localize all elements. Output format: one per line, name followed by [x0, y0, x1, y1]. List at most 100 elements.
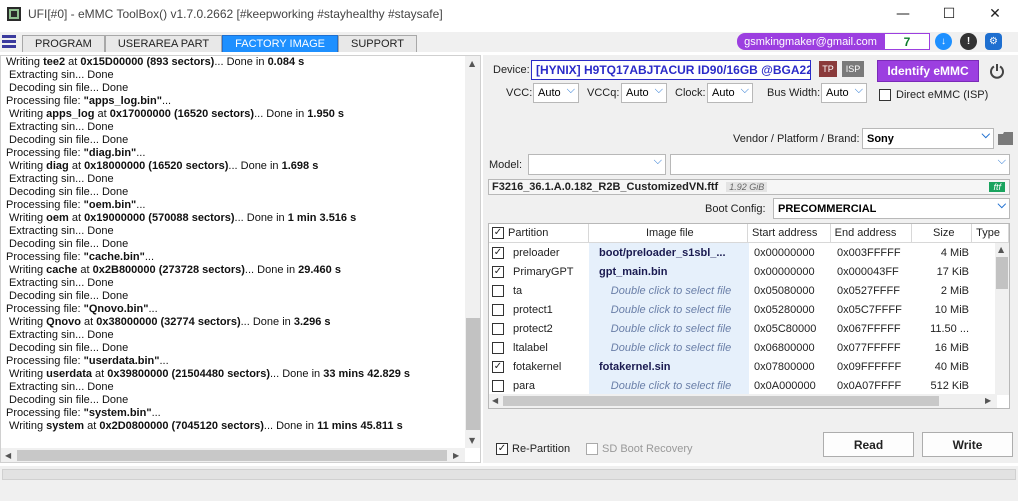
start-address-cell: 0x05C80000: [754, 322, 817, 335]
image-file-cell[interactable]: Double click to select file: [589, 338, 749, 357]
scroll-right-icon[interactable]: ▶: [453, 451, 459, 460]
tab-factory-image[interactable]: FACTORY IMAGE: [222, 35, 338, 52]
start-address-cell: 0x07800000: [754, 360, 815, 373]
partition-checkbox[interactable]: [492, 341, 504, 354]
table-row[interactable]: protect1 Double click to select file 0x052…: [489, 300, 1009, 319]
partition-checkbox[interactable]: ✓: [492, 360, 504, 373]
clock-select[interactable]: Auto: [707, 83, 753, 103]
log-segment: "Qnovo.bin": [83, 303, 149, 315]
download-icon[interactable]: ↓: [935, 33, 952, 50]
log-line: Decoding sin file... Done: [1, 342, 480, 355]
log-segment: ... Done in: [244, 264, 299, 276]
settings-gear-icon[interactable]: ⚙: [985, 33, 1002, 50]
vccq-select[interactable]: Auto: [621, 83, 667, 103]
header-size[interactable]: Size: [912, 224, 973, 242]
partition-checkbox[interactable]: ✓: [492, 265, 504, 278]
log-segment: Decoding sin file... Done: [6, 134, 129, 146]
device-label: Device:: [493, 64, 530, 76]
isp-chip[interactable]: ISP: [842, 61, 864, 77]
image-file-cell[interactable]: Double click to select file: [589, 281, 749, 300]
partition-checkbox[interactable]: [492, 303, 504, 316]
scroll-up-icon[interactable]: ▲: [469, 59, 475, 68]
log-hscroll-thumb[interactable]: [17, 450, 447, 461]
partition-name: fotakernel: [513, 360, 562, 373]
header-partition[interactable]: ✓ Partition: [489, 224, 589, 242]
image-file-cell[interactable]: Double click to select file: [589, 376, 749, 395]
tab-support[interactable]: SUPPORT: [338, 35, 417, 52]
partition-name: para: [513, 379, 536, 392]
header-image-file[interactable]: Image file: [589, 224, 748, 242]
header-end-address[interactable]: End address: [831, 224, 913, 242]
read-button[interactable]: Read: [823, 432, 914, 457]
firmware-file-bar[interactable]: F3216_36.1.A.0.182_R2B_CustomizedVN.ftf …: [488, 179, 1010, 195]
table-horizontal-scrollbar[interactable]: ◀ ▶: [489, 394, 997, 408]
log-line: Processing file: "system.bin"...: [1, 407, 480, 420]
maximize-button[interactable]: ☐: [926, 0, 972, 28]
table-row[interactable]: ltalabel Double click to select file 0x068…: [489, 338, 1009, 357]
image-file-cell[interactable]: boot/preloader_s1sbl_...: [589, 243, 749, 262]
header-start-address[interactable]: Start address: [748, 224, 831, 242]
log-segment: 33 mins 42.829 s: [323, 368, 411, 380]
table-row[interactable]: ta Double click to select file 0x05080000 0…: [489, 281, 1009, 300]
vendor-select[interactable]: Sony: [862, 128, 994, 149]
partition-checkbox[interactable]: ✓: [492, 246, 504, 259]
table-row[interactable]: para Double click to select file 0x0A00000…: [489, 376, 1009, 395]
write-button[interactable]: Write: [922, 432, 1013, 457]
vcc-select[interactable]: Auto: [533, 83, 579, 103]
device-field[interactable]: [HYNIX] H9TQ17ABJTACUR ID90/16GB @BGA221: [531, 60, 811, 80]
close-button[interactable]: ✕: [972, 0, 1018, 28]
table-hscroll-thumb[interactable]: [503, 396, 939, 406]
log-segment: apps_log: [46, 108, 95, 120]
boot-config-select[interactable]: PRECOMMERCIAL: [773, 198, 1010, 219]
identify-emmc-button[interactable]: Identify eMMC: [877, 60, 979, 82]
partition-checkbox[interactable]: [492, 322, 504, 335]
table-row[interactable]: ✓ preloader boot/preloader_s1sbl_... 0x0000…: [489, 243, 1009, 262]
sd-boot-recovery-checkbox[interactable]: [586, 443, 598, 455]
scroll-down-icon[interactable]: ▼: [469, 436, 475, 445]
log-vertical-scrollbar[interactable]: ▲ ▼: [465, 56, 480, 448]
image-file-cell[interactable]: gpt_main.bin: [589, 262, 749, 281]
menu-icon[interactable]: [2, 35, 16, 49]
model-select[interactable]: [528, 154, 666, 175]
folder-icon[interactable]: [998, 132, 1013, 145]
bus-width-select[interactable]: Auto: [821, 83, 867, 103]
select-all-checkbox[interactable]: ✓: [492, 227, 504, 239]
log-segment: Extracting sin... Done: [6, 277, 114, 289]
table-scroll-right-icon[interactable]: ▶: [985, 396, 991, 405]
log-horizontal-scrollbar[interactable]: ◀ ▶: [1, 448, 465, 462]
table-scroll-up-icon[interactable]: ▲: [998, 245, 1004, 254]
table-scroll-left-icon[interactable]: ◀: [492, 396, 498, 405]
direct-emmc-checkbox[interactable]: [879, 89, 891, 101]
log-segment: at: [92, 368, 108, 380]
tab-userarea-part[interactable]: USERAREA PART: [104, 35, 223, 52]
minimize-button[interactable]: —: [880, 0, 926, 28]
log-segment: Extracting sin... Done: [6, 225, 114, 237]
account-email[interactable]: gsmkingmaker@gmail.com: [737, 33, 884, 50]
partition-checkbox[interactable]: [492, 379, 504, 392]
log-segment: at: [68, 212, 85, 224]
tab-program[interactable]: PROGRAM: [22, 35, 105, 52]
table-row[interactable]: ✓ PrimaryGPT gpt_main.bin 0x00000000 0x00004…: [489, 262, 1009, 281]
repartition-checkbox[interactable]: ✓: [496, 443, 508, 455]
header-type[interactable]: Type: [972, 224, 1009, 242]
tp-chip[interactable]: TP: [819, 61, 837, 77]
table-row[interactable]: ✓ fotakernel fotakernel.sin 0x07800000 0x09F…: [489, 357, 1009, 376]
log-scroll-thumb[interactable]: [466, 318, 480, 430]
partition-checkbox[interactable]: [492, 284, 504, 297]
log-segment: Decoding sin file... Done: [6, 290, 129, 302]
scroll-left-icon[interactable]: ◀: [5, 451, 11, 460]
log-segment: ...: [136, 147, 146, 159]
image-file-cell[interactable]: Double click to select file: [589, 319, 749, 338]
power-icon[interactable]: [989, 63, 1005, 79]
log-segment: ... Done in: [240, 316, 294, 328]
toolbar: PROGRAM USERAREA PART FACTORY IMAGE SUPPORT…: [0, 32, 1018, 52]
table-vertical-scrollbar[interactable]: ▲: [995, 243, 1009, 395]
table-row[interactable]: protect2 Double click to select file 0x05C…: [489, 319, 1009, 338]
table-scroll-thumb[interactable]: [996, 257, 1008, 289]
image-file-cell[interactable]: Double click to select file: [589, 300, 749, 319]
log-segment: "cache.bin": [83, 251, 145, 263]
image-file-cell[interactable]: fotakernel.sin: [589, 357, 749, 376]
info-icon[interactable]: !: [960, 33, 977, 50]
model-variant-select[interactable]: [670, 154, 1010, 175]
end-address-cell: 0x000043FF: [837, 265, 899, 278]
